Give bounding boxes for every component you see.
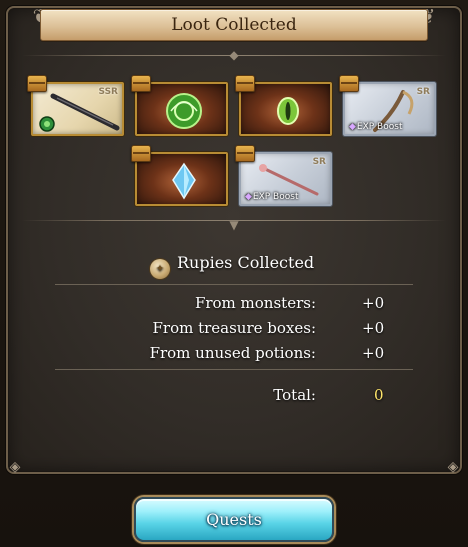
rupies-title: Rupies Collected (177, 253, 315, 272)
treasure-chest-icon (27, 75, 47, 92)
treasure-boxes-label: From treasure boxes: (152, 319, 316, 337)
treasure-chest-icon (235, 145, 255, 162)
quests-button[interactable]: Quests (134, 497, 334, 542)
total-value: 0 (374, 386, 384, 404)
treasure-boxes-value: +0 (362, 319, 385, 337)
rupies-bottom-line (55, 369, 413, 370)
rarity-badge: SSR (98, 87, 119, 97)
blue-crystal-icon (172, 162, 196, 200)
monsters-value: +0 (362, 294, 385, 312)
wind-orb-icon (166, 93, 202, 129)
rupie-coin-icon: ✦ (150, 259, 170, 279)
treasure-chest-icon (131, 145, 151, 162)
loot-results-screen: ❦ ❦ Loot Collected ◆ SSR (0, 0, 468, 547)
panel-corner-ornament-icon: ◈ (9, 459, 21, 475)
treasure-chest-icon (131, 75, 151, 92)
middle-divider-ornament-icon: ▼ (229, 218, 239, 232)
exp-boost-tag: ◆EXP Boost (245, 192, 299, 202)
rarity-badge: SR (312, 157, 326, 167)
green-eye-icon (277, 97, 299, 125)
panel-corner-ornament-icon: ◈ (447, 459, 459, 475)
exp-gem-icon: ◆ (245, 192, 252, 202)
rupies-top-line (55, 284, 413, 285)
dialog-title: Loot Collected (171, 15, 297, 35)
treasure-chest-icon (235, 75, 255, 92)
treasure-chest-icon (339, 75, 359, 92)
rupies-heading: ✦ Rupies Collected (150, 251, 315, 279)
rarity-badge: SR (416, 87, 430, 97)
total-label: Total: (273, 386, 316, 404)
exp-gem-icon: ◆ (349, 122, 356, 132)
dialog-title-bar: Loot Collected (40, 9, 428, 41)
unused-potions-value: +0 (362, 344, 385, 362)
quests-button-label: Quests (206, 510, 262, 529)
monsters-label: From monsters: (194, 294, 316, 312)
unused-potions-label: From unused potions: (149, 344, 316, 362)
loot-dialog-panel (6, 6, 462, 474)
exp-boost-tag: ◆EXP Boost (349, 122, 403, 132)
top-divider-ornament-icon: ◆ (229, 48, 239, 62)
